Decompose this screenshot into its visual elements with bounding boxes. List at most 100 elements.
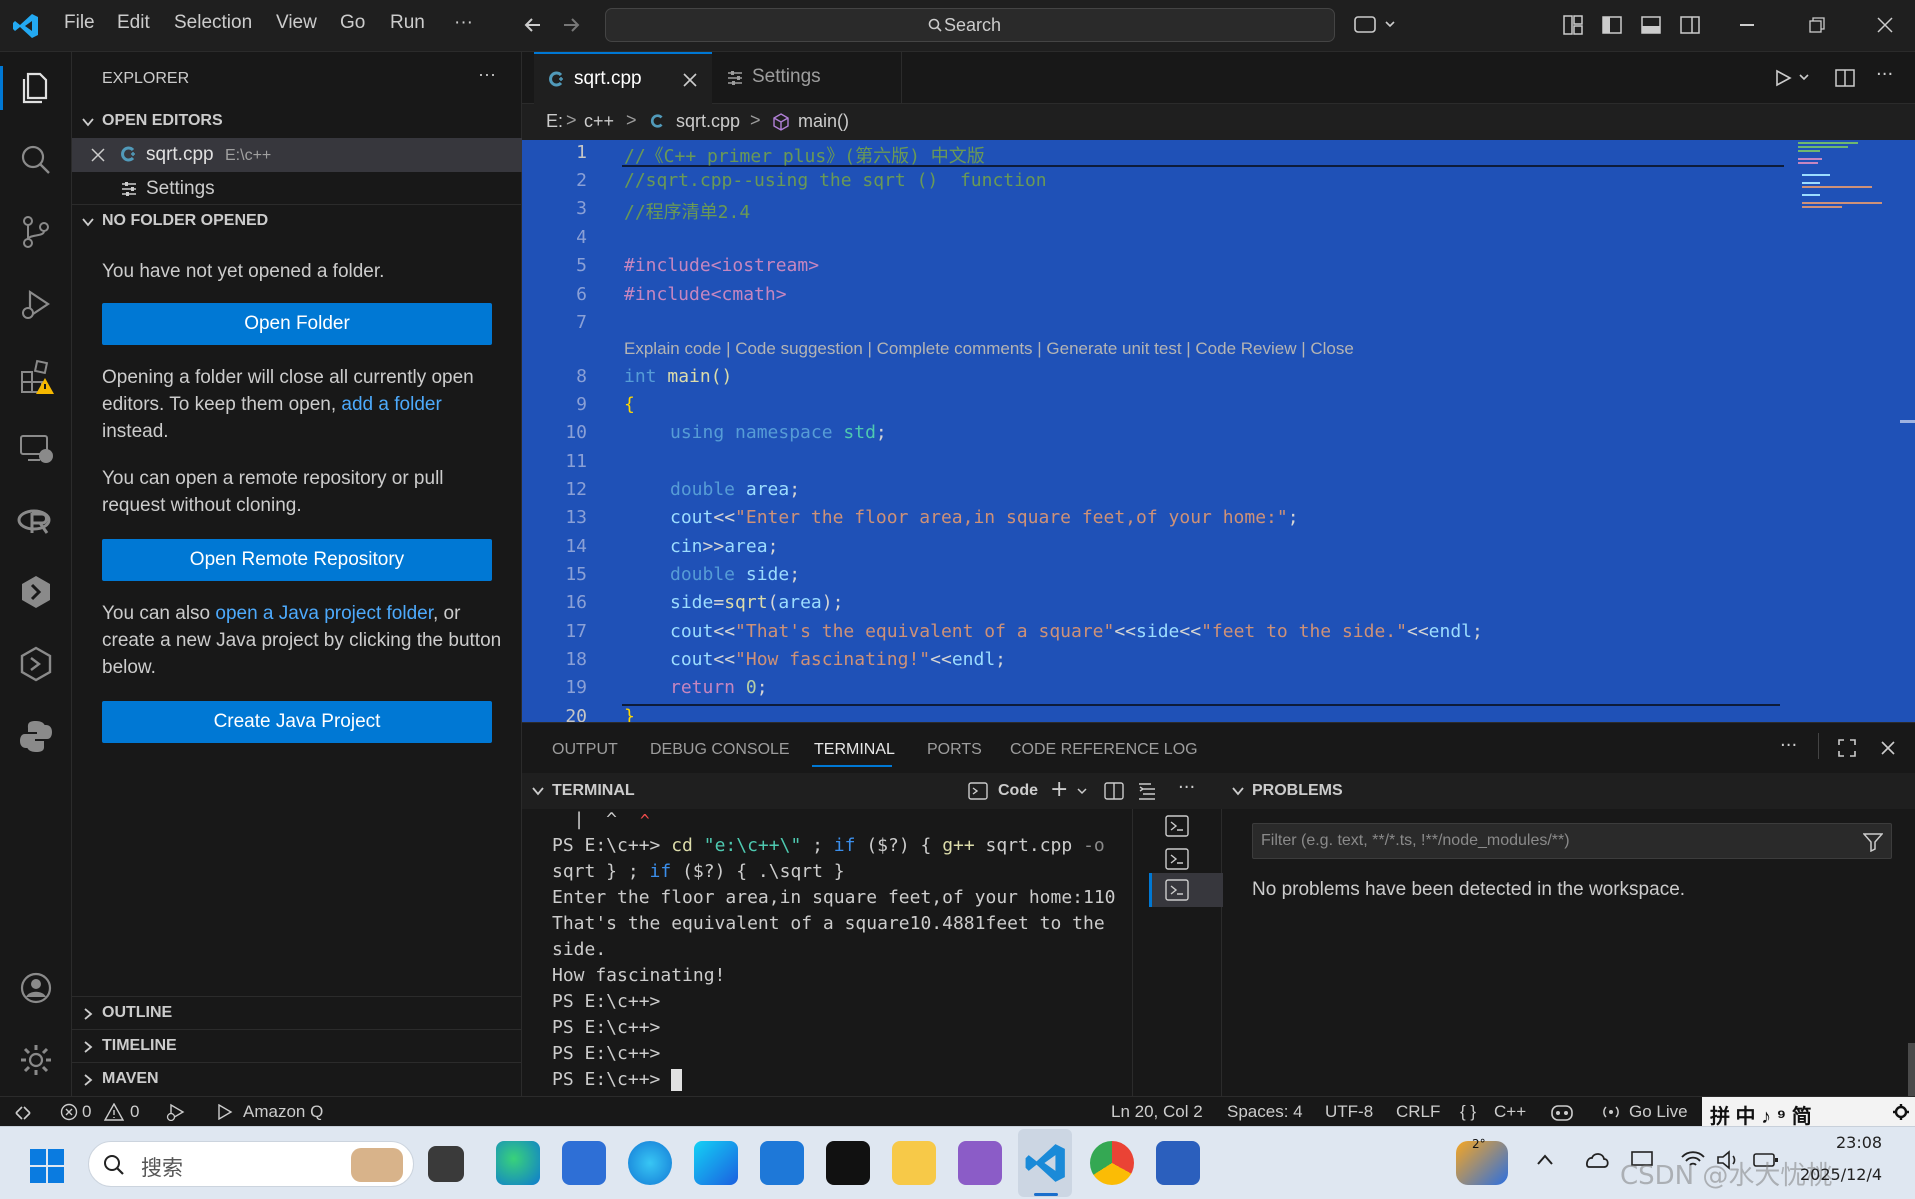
indentation[interactable]: Spaces: 4 (1227, 1102, 1303, 1122)
minimap[interactable] (1784, 140, 1915, 722)
menu-selection[interactable]: Selection (174, 12, 252, 34)
customize-layout-icon[interactable] (1562, 14, 1584, 36)
amazon-q-play-icon[interactable] (217, 1104, 233, 1120)
breadcrumb-symbol[interactable]: main() (798, 111, 849, 132)
onedrive-cloud-icon[interactable] (1582, 1149, 1610, 1171)
outline-header[interactable]: OUTLINE (102, 1004, 172, 1022)
task-view-icon[interactable] (428, 1146, 464, 1182)
panel-more-icon[interactable]: ··· (1780, 735, 1797, 756)
chevron-right-icon[interactable] (80, 1039, 96, 1055)
file-explorer-icon[interactable] (892, 1141, 936, 1185)
settings-gear-icon[interactable] (16, 1040, 56, 1080)
word-icon[interactable] (1156, 1141, 1200, 1185)
kiro-icon[interactable] (16, 572, 56, 612)
open-java-folder-link[interactable]: open a Java project folder (215, 603, 433, 624)
edge-dev-icon[interactable] (496, 1141, 540, 1185)
no-folder-header[interactable]: NO FOLDER OPENED (102, 212, 268, 230)
source-control-icon[interactable] (16, 212, 56, 252)
taskbar-search-box[interactable]: 搜索 (88, 1141, 414, 1187)
close-window-icon[interactable] (1877, 17, 1893, 33)
toggle-sidebar-icon[interactable] (1601, 14, 1623, 36)
search-sidebar-icon[interactable] (16, 140, 56, 180)
menu-run[interactable]: Run (390, 12, 425, 34)
maximize-panel-icon[interactable] (1838, 739, 1856, 757)
ai-assistant-icon[interactable]: 2° (1456, 1137, 1508, 1185)
go-live-button[interactable]: Go Live (1629, 1102, 1688, 1122)
filter-funnel-icon[interactable] (1863, 832, 1883, 852)
chevron-down-icon[interactable] (1076, 785, 1088, 797)
end-of-line[interactable]: CRLF (1396, 1102, 1440, 1122)
tab-sqrt-cpp[interactable]: sqrt.cpp (534, 52, 712, 104)
language-mode[interactable]: C++ (1494, 1102, 1526, 1122)
codegeex-icon[interactable] (16, 644, 56, 684)
breadcrumb-drive[interactable]: E: (546, 111, 563, 132)
chevron-down-icon[interactable] (530, 783, 546, 799)
capcut-icon[interactable] (826, 1141, 870, 1185)
explorer-more-icon[interactable]: ··· (478, 64, 496, 85)
create-java-project-button[interactable]: Create Java Project (102, 701, 492, 743)
file-encoding[interactable]: UTF-8 (1325, 1102, 1373, 1122)
problems-filter-input[interactable]: Filter (e.g. text, **/*.ts, !**/node_mod… (1252, 823, 1892, 859)
clear-terminal-icon[interactable] (1138, 781, 1158, 801)
remote-explorer-icon[interactable] (16, 428, 56, 468)
terminal-instance-icon[interactable] (1165, 815, 1189, 837)
ime-settings-gear-icon[interactable] (1892, 1103, 1910, 1121)
chevron-down-icon[interactable] (80, 114, 96, 130)
minimize-icon[interactable] (1740, 24, 1754, 26)
warning-count[interactable]: 0 (130, 1102, 139, 1122)
copilot-chat-icon[interactable] (1354, 14, 1398, 36)
chevron-down-icon[interactable] (80, 214, 96, 230)
open-folder-button[interactable]: Open Folder (102, 303, 492, 345)
open-editor-item-settings[interactable]: Settings (72, 172, 522, 206)
open-remote-repository-button[interactable]: Open Remote Repository (102, 539, 492, 581)
menu-go[interactable]: Go (340, 12, 365, 34)
copilot-icon[interactable] (1550, 1102, 1574, 1122)
chevron-right-icon[interactable] (80, 1072, 96, 1088)
toggle-secondary-sidebar-icon[interactable] (1679, 14, 1701, 36)
amazon-q-label[interactable]: Amazon Q (243, 1102, 323, 1122)
menu-view[interactable]: View (276, 12, 317, 34)
panel-tab-debug-console[interactable]: DEBUG CONSOLE (650, 741, 790, 759)
chevron-down-icon[interactable] (1230, 783, 1246, 799)
vscode-taskbar-icon[interactable] (1024, 1141, 1068, 1185)
run-code-icon[interactable] (1774, 67, 1814, 89)
terminal-more-icon[interactable]: ··· (1178, 777, 1195, 798)
extensions-icon[interactable] (16, 356, 56, 396)
open-editors-header[interactable]: OPEN EDITORS (102, 112, 223, 130)
chrome-icon[interactable] (1090, 1141, 1134, 1185)
close-editor-icon[interactable] (90, 147, 106, 163)
forward-arrow-icon[interactable] (560, 14, 582, 36)
menu-more[interactable]: ··· (454, 12, 473, 34)
chevron-right-icon[interactable] (80, 1006, 96, 1022)
error-count[interactable]: 0 (82, 1102, 91, 1122)
restore-icon[interactable] (1809, 17, 1825, 33)
terminal-output[interactable]: | ^ ^ PS E:\c++> cd "e:\c++\" ; if ($?) … (522, 809, 1132, 1097)
tab-settings[interactable]: Settings (712, 52, 902, 104)
back-arrow-icon[interactable] (522, 14, 544, 36)
panel-tab-code-reference-log[interactable]: CODE REFERENCE LOG (1010, 741, 1198, 759)
close-panel-icon[interactable] (1880, 740, 1896, 756)
clock-date[interactable]: 2025/12/4 (1800, 1165, 1882, 1184)
cursor-position[interactable]: Ln 20, Col 2 (1111, 1102, 1203, 1122)
breadcrumb-folder[interactable]: c++ (584, 111, 614, 132)
windows-start-icon[interactable] (30, 1149, 64, 1183)
panel-tab-terminal[interactable]: TERMINAL (814, 741, 895, 759)
terminal-profile-label[interactable]: Code (998, 782, 1038, 800)
visual-studio-icon[interactable] (958, 1141, 1002, 1185)
codelens-actions[interactable]: Explain code | Code suggestion | Complet… (624, 339, 1354, 359)
warning-triangle-icon[interactable] (104, 1103, 124, 1121)
terminal-instance-active[interactable] (1149, 873, 1223, 907)
r-language-icon[interactable] (16, 500, 56, 540)
terminal-instance-icon[interactable] (1165, 848, 1189, 870)
open-editor-item-sqrt[interactable]: sqrt.cpp E:\c++ (72, 138, 522, 172)
panel-tab-ports[interactable]: PORTS (927, 741, 982, 759)
explorer-icon[interactable] (16, 68, 56, 108)
split-terminal-icon[interactable] (1104, 782, 1124, 800)
account-icon[interactable] (16, 968, 56, 1008)
debug-icon[interactable] (166, 1103, 186, 1121)
new-terminal-icon[interactable]: + (1050, 777, 1068, 802)
panel-tab-output[interactable]: OUTPUT (552, 741, 618, 759)
command-center-search[interactable]: Search (605, 8, 1335, 42)
clock-time[interactable]: 23:08 (1836, 1133, 1882, 1152)
maven-header[interactable]: MAVEN (102, 1070, 159, 1088)
